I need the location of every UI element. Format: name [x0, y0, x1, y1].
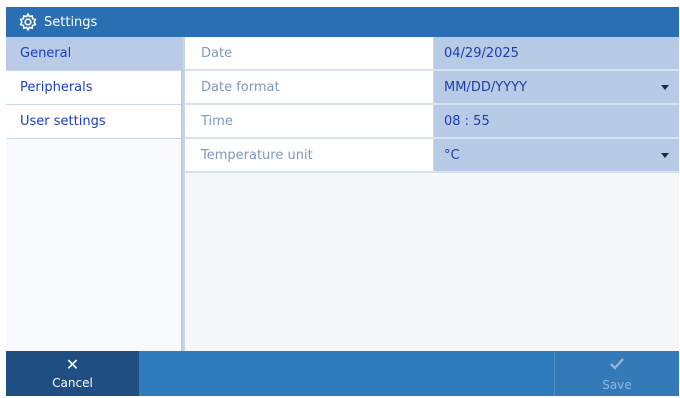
window-title: Settings: [44, 14, 98, 30]
time-value: 08 : 55: [444, 113, 490, 129]
title-bar: Settings: [6, 7, 679, 37]
setting-label: Date format: [185, 71, 434, 103]
sidebar-item-label: Peripherals: [20, 80, 93, 95]
setting-row-date-format: Date format MM/DD/YYYY: [185, 71, 679, 105]
date-format-dropdown[interactable]: MM/DD/YYYY: [434, 71, 679, 103]
caret-down-icon: [661, 153, 669, 158]
setting-label: Date: [185, 37, 434, 69]
footer-bar: ✕ Cancel Save: [6, 351, 679, 396]
date-value: 04/29/2025: [444, 45, 519, 61]
temperature-unit-value: °C: [444, 147, 460, 163]
settings-panel: Date 04/29/2025 Date format MM/DD/YYYY T…: [183, 37, 679, 351]
cancel-label: Cancel: [52, 376, 93, 390]
settings-sidebar: General Peripherals User settings: [6, 37, 183, 351]
save-button[interactable]: Save: [554, 351, 679, 396]
settings-window: Settings General Peripherals User settin…: [6, 7, 679, 396]
sidebar-item-label: General: [20, 46, 72, 61]
checkmark-icon: [609, 356, 625, 375]
cancel-button[interactable]: ✕ Cancel: [6, 351, 139, 396]
close-icon: ✕: [65, 355, 80, 374]
setting-row-temperature-unit: Temperature unit °C: [185, 139, 679, 173]
setting-label: Time: [185, 105, 434, 137]
save-label: Save: [602, 377, 632, 392]
sidebar-item-user-settings[interactable]: User settings: [6, 105, 181, 139]
sidebar-item-peripherals[interactable]: Peripherals: [6, 71, 181, 105]
caret-down-icon: [661, 85, 669, 90]
date-field[interactable]: 04/29/2025: [434, 37, 679, 69]
setting-row-time: Time 08 : 55: [185, 105, 679, 139]
date-format-value: MM/DD/YYYY: [444, 79, 527, 95]
sidebar-item-general[interactable]: General: [6, 37, 181, 71]
time-field[interactable]: 08 : 55: [434, 105, 679, 137]
temperature-unit-dropdown[interactable]: °C: [434, 139, 679, 171]
gear-icon: [18, 12, 38, 32]
sidebar-item-label: User settings: [20, 114, 106, 129]
setting-row-date: Date 04/29/2025: [185, 37, 679, 71]
setting-label: Temperature unit: [185, 139, 434, 171]
